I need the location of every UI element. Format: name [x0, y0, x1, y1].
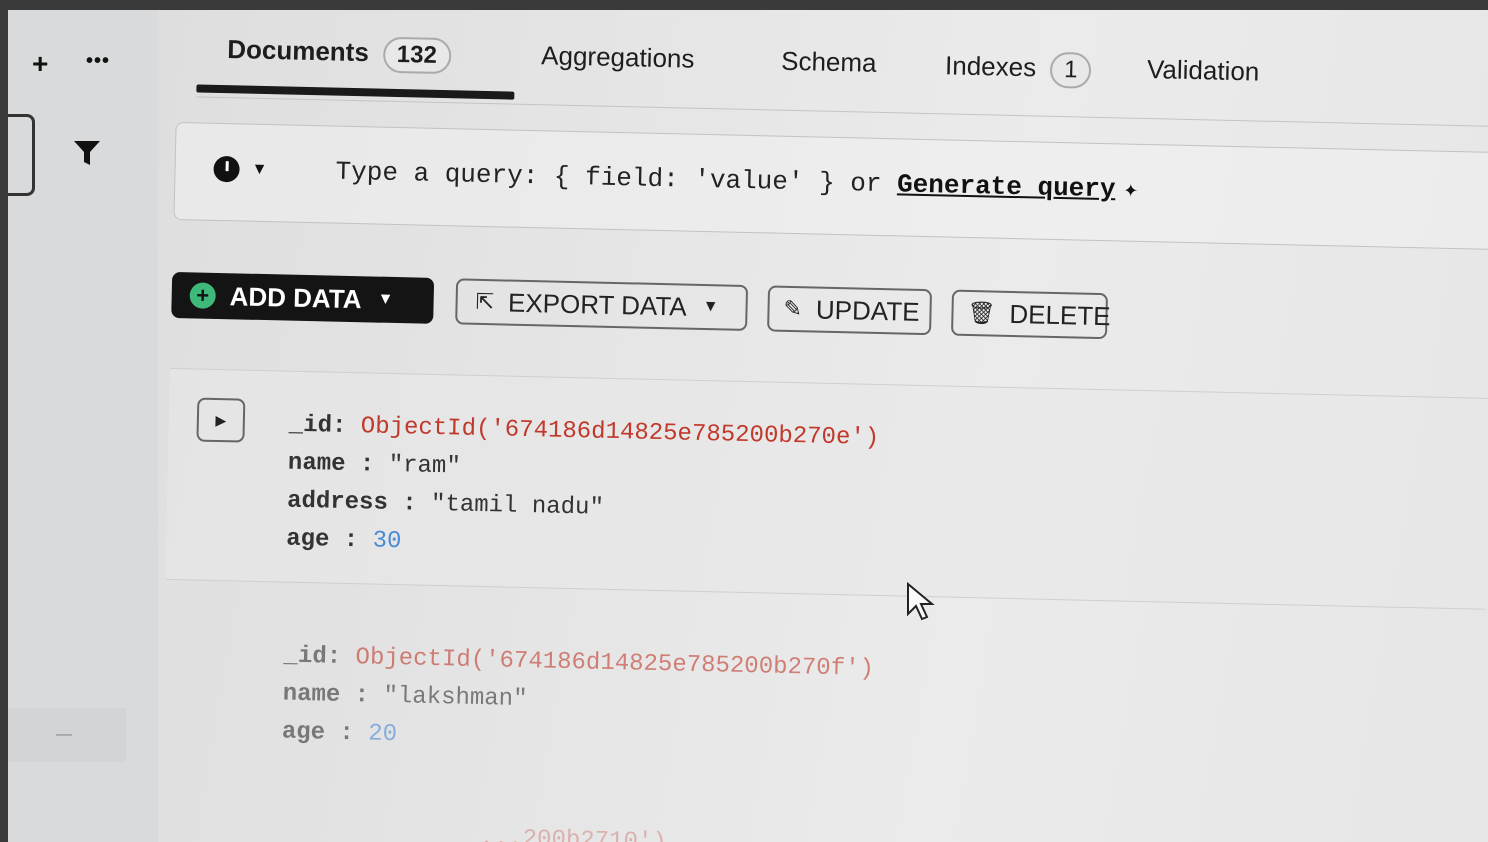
document-field-row: address : "tamil nadu" [287, 488, 604, 522]
query-history-icon[interactable] [213, 155, 240, 183]
tab-indexes[interactable]: Indexes 1 [944, 49, 1092, 89]
collection-view: Documents 132 Aggregations Schema Indexes… [159, 18, 1488, 842]
document-card[interactable]: ...200b2710') [160, 818, 1480, 842]
pencil-icon: ✎ [783, 295, 803, 322]
filter-icon[interactable] [72, 138, 102, 168]
document-field-row: age : 20 [282, 719, 398, 749]
field-key: name : [287, 449, 375, 479]
tab-aggregations-label: Aggregations [540, 40, 695, 74]
more-options-icon[interactable]: ••• [86, 50, 110, 73]
document-field-row: age : 30 [286, 526, 402, 556]
tab-validation-label: Validation [1146, 54, 1260, 87]
tab-aggregations[interactable]: Aggregations [541, 40, 695, 74]
document-id-row: _id: ObjectId('674186d14825e785200b270f'… [283, 643, 874, 683]
export-data-label: EXPORT DATA [507, 287, 688, 322]
tab-indexes-label: Indexes [944, 50, 1037, 83]
tab-documents-label: Documents [226, 34, 370, 68]
field-key: age : [281, 718, 355, 748]
document-field-row: name : "ram" [288, 450, 461, 481]
field-key: _id: [288, 411, 347, 440]
tab-bar: Documents 132 Aggregations Schema Indexes… [196, 18, 1488, 127]
field-value: "tamil nadu" [430, 490, 605, 522]
document-card[interactable]: _id: ObjectId('674186d14825e785200b270f'… [161, 608, 1484, 798]
field-key: name : [282, 680, 370, 710]
field-value: ...200b2710') [479, 825, 667, 842]
chevron-down-icon: ▼ [377, 290, 394, 308]
query-placeholder: Type a query: { field: 'value' } or [335, 156, 898, 200]
expand-document-button[interactable]: ▶ [196, 397, 246, 443]
left-rail: + ••• — [8, 10, 158, 842]
delete-button[interactable]: 🗑 DELETE [950, 289, 1111, 340]
export-data-button[interactable]: ⇱ EXPORT DATA ▼ [455, 278, 749, 331]
rail-dash-label: — [56, 726, 72, 743]
query-input[interactable]: Type a query: { field: 'value' } or Gene… [335, 157, 1138, 205]
documents-count-badge: 132 [382, 36, 452, 75]
tab-schema[interactable]: Schema [781, 46, 877, 79]
chevron-down-icon[interactable]: ▼ [251, 161, 267, 179]
field-key: age : [285, 525, 359, 555]
field-value: 30 [372, 527, 402, 556]
compass-window: + ••• — Documents 132 Aggregations Schema… [8, 10, 1488, 842]
document-field-row: name : "lakshman" [282, 681, 527, 714]
mouse-cursor-icon [907, 582, 935, 621]
indexes-count-badge: 1 [1049, 51, 1092, 89]
document-id-row: ...200b2710') [479, 825, 667, 842]
collapse-handle[interactable] [8, 114, 35, 196]
trash-icon: 🗑 [967, 299, 996, 326]
rail-item[interactable]: — [8, 708, 126, 762]
add-data-button[interactable]: + ADD DATA ▼ [171, 271, 435, 324]
tab-validation[interactable]: Validation [1147, 54, 1260, 88]
document-id-row: _id: ObjectId('674186d14825e785200b270e'… [288, 412, 879, 452]
query-bar[interactable]: ▼ Type a query: { field: 'value' } or Ge… [173, 121, 1488, 250]
field-key: address : [286, 487, 417, 518]
plus-circle-icon: + [189, 282, 216, 309]
field-value: "ram" [388, 451, 462, 481]
delete-label: DELETE [1009, 298, 1111, 331]
generate-query-link[interactable]: Generate query [897, 169, 1116, 204]
add-icon[interactable]: + [32, 48, 48, 80]
field-value: ObjectId('674186d14825e785200b270e') [360, 413, 880, 453]
field-key: _id: [283, 642, 342, 671]
update-label: UPDATE [815, 294, 920, 327]
add-data-label: ADD DATA [229, 280, 362, 314]
field-value: ObjectId('674186d14825e785200b270f') [355, 644, 875, 683]
chevron-down-icon: ▼ [702, 297, 719, 316]
field-value: "lakshman" [383, 682, 528, 714]
export-icon: ⇱ [475, 288, 495, 315]
document-card[interactable]: ▶ _id: ObjectId('674186d14825e785200b270… [165, 367, 1488, 610]
tab-documents[interactable]: Documents 132 [226, 33, 452, 75]
field-value: 20 [367, 720, 398, 749]
sparkle-icon[interactable]: ✦ [1123, 177, 1138, 204]
tab-schema-label: Schema [780, 45, 877, 78]
update-button[interactable]: ✎ UPDATE [767, 285, 933, 336]
tab-divider [196, 96, 1488, 127]
